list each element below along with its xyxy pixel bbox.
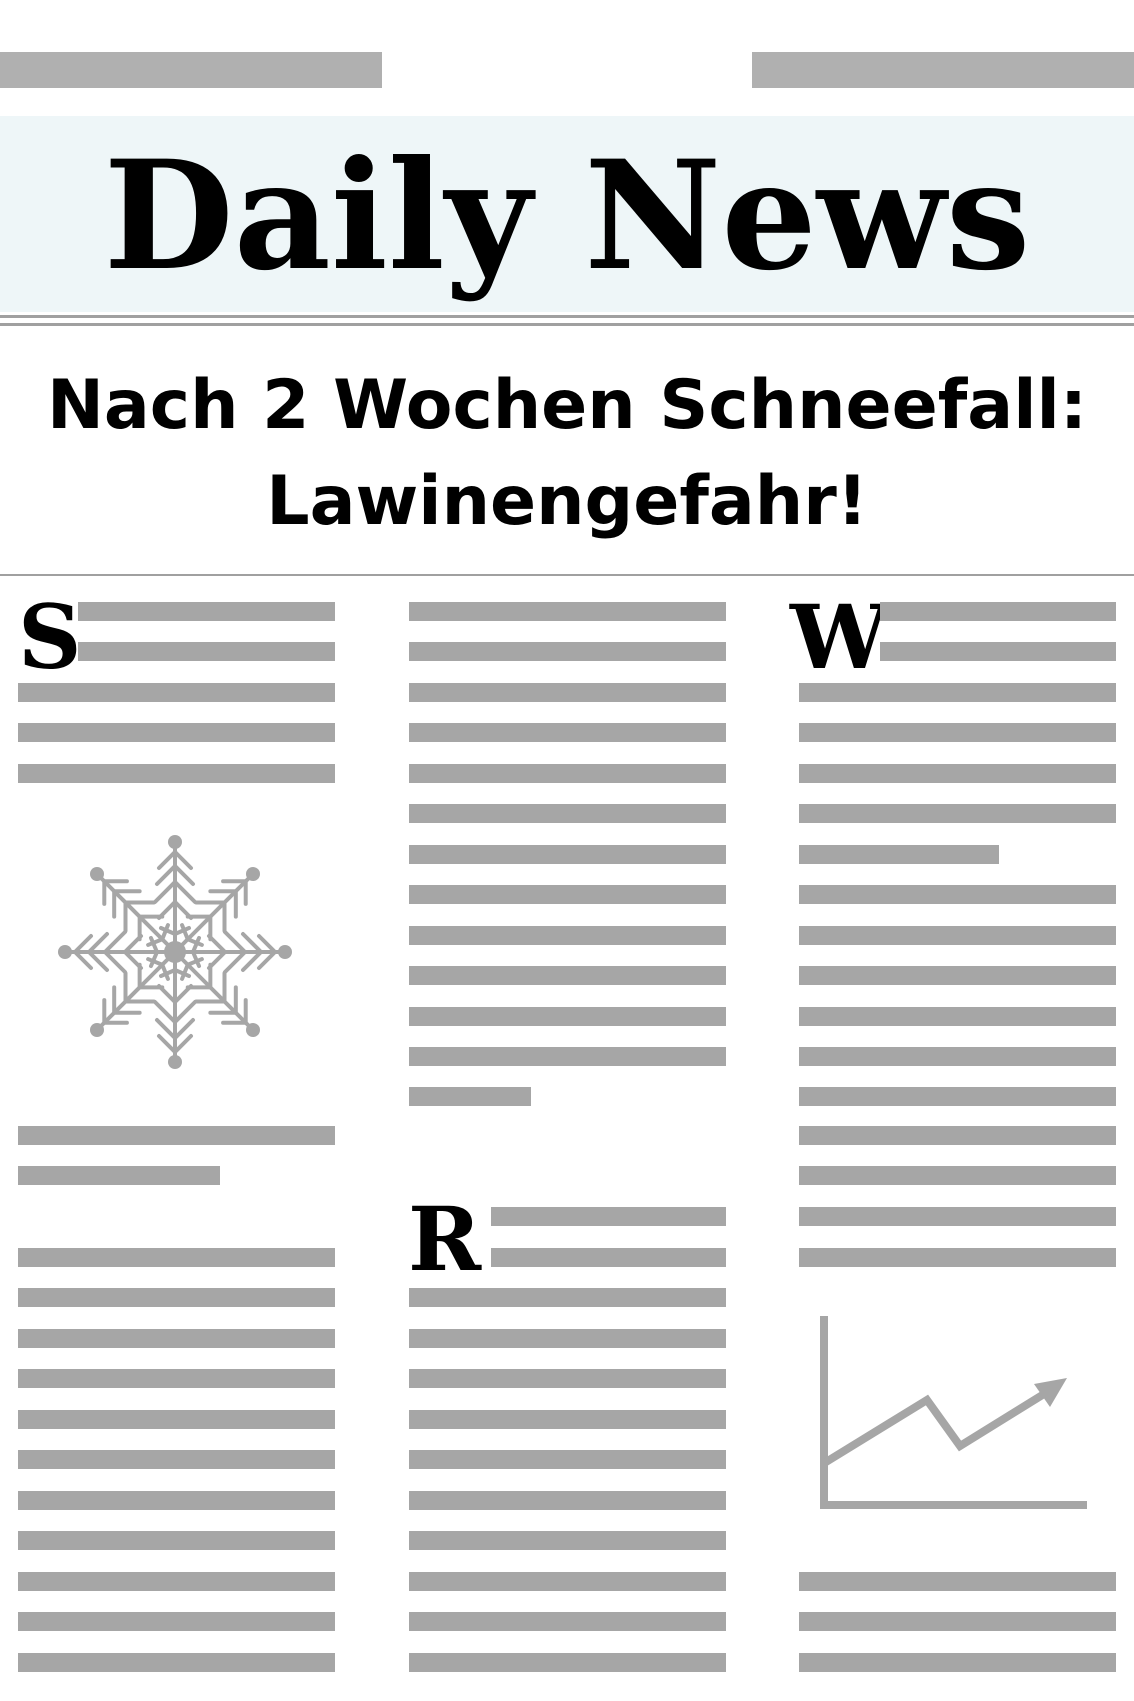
text-line (409, 1450, 726, 1469)
text-line (18, 1248, 335, 1267)
text-line (799, 1047, 1116, 1066)
headline-line-2: Lawinengefahr! (266, 462, 868, 541)
text-line (409, 1572, 726, 1591)
top-left-bar (0, 52, 382, 88)
text-line (880, 602, 1116, 621)
masthead-title: Daily News (103, 128, 1031, 304)
text-line (409, 1369, 726, 1388)
text-line (409, 1007, 726, 1026)
text-line (18, 1450, 335, 1469)
text-line (18, 1288, 335, 1307)
headline-line-1: Nach 2 Wochen Schneefall: (46, 366, 1088, 445)
text-line (799, 804, 1116, 823)
text-line (409, 885, 726, 904)
text-line (409, 1491, 726, 1510)
text-line (409, 1410, 726, 1429)
text-line (18, 1572, 335, 1591)
text-line (18, 1126, 335, 1145)
text-line (409, 723, 726, 742)
text-line (799, 764, 1116, 783)
text-line (18, 764, 335, 783)
text-line (799, 1126, 1116, 1145)
text-line (18, 1612, 335, 1631)
text-line (409, 1653, 726, 1672)
trend-chart-icon (820, 1316, 1087, 1509)
snowflake-icon (58, 835, 292, 1069)
dropcap-w: W (790, 585, 889, 689)
text-line (78, 642, 335, 661)
text-line (409, 1329, 726, 1348)
text-line (799, 1248, 1116, 1267)
text-line (799, 683, 1116, 702)
text-line (799, 723, 1116, 742)
text-line (799, 885, 1116, 904)
text-line (799, 1007, 1116, 1026)
text-line (18, 1491, 335, 1510)
text-line (799, 1087, 1116, 1106)
text-line (409, 764, 726, 783)
text-line (799, 1572, 1116, 1591)
text-line (18, 1166, 220, 1185)
text-line (409, 602, 726, 621)
text-line (18, 1329, 335, 1348)
text-line (18, 1369, 335, 1388)
text-line (409, 1612, 726, 1631)
top-right-bar (752, 52, 1134, 88)
text-line (18, 1410, 335, 1429)
text-line (409, 683, 726, 702)
text-line (491, 1207, 726, 1226)
text-line (409, 1047, 726, 1066)
text-line (409, 1288, 726, 1307)
text-line (409, 1087, 531, 1106)
text-line (799, 966, 1116, 985)
text-line (409, 1531, 726, 1550)
text-line (18, 723, 335, 742)
text-line (409, 926, 726, 945)
text-line (799, 1166, 1116, 1185)
text-line (18, 1531, 335, 1550)
masthead-rule-double (0, 323, 1134, 326)
dropcap-s: S (18, 585, 82, 689)
text-line (799, 926, 1116, 945)
text-line (409, 642, 726, 661)
text-line (18, 1653, 335, 1672)
headline: Nach 2 Wochen Schneefall: Lawinengefahr! (0, 358, 1134, 550)
headline-rule (0, 574, 1134, 576)
text-line (18, 683, 335, 702)
text-line (491, 1248, 726, 1267)
text-line (799, 845, 999, 864)
text-line (409, 845, 726, 864)
text-line (78, 602, 335, 621)
masthead-rule (0, 315, 1134, 318)
text-line (409, 804, 726, 823)
text-line (799, 1653, 1116, 1672)
text-line (799, 1207, 1116, 1226)
text-line (880, 642, 1116, 661)
dropcap-r: R (408, 1187, 482, 1291)
text-line (409, 966, 726, 985)
text-line (799, 1612, 1116, 1631)
